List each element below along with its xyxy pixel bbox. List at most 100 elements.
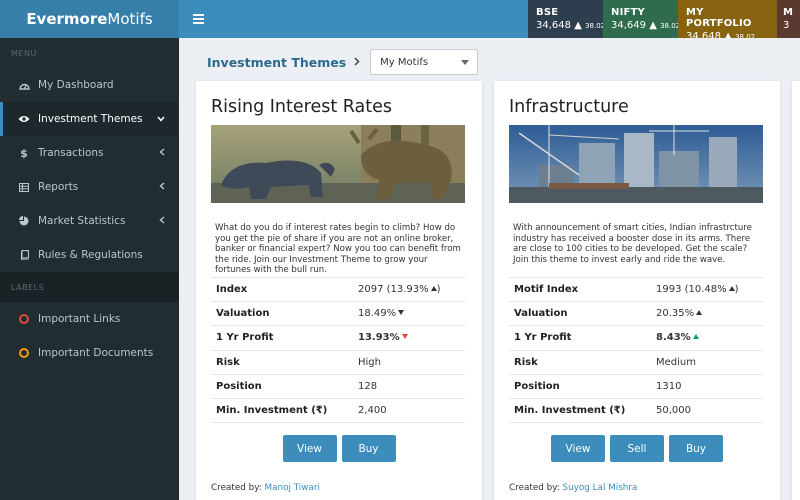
sidebar-item-rules-regulations[interactable]: Rules & Regulations	[0, 238, 179, 272]
stat-value: 128	[358, 374, 465, 399]
ticker-value: 3	[783, 20, 790, 31]
sidebar-labels-header: LABELS	[0, 272, 179, 302]
view-button[interactable]: View	[551, 435, 605, 462]
sidebar-item-investment-themes[interactable]: Investment Themes	[0, 102, 179, 136]
logo-rest: Motifs	[107, 10, 153, 28]
triangle-up-icon	[430, 286, 437, 292]
stat-label: Position	[211, 374, 358, 399]
stat-value: 20.35%	[656, 301, 763, 327]
eye-icon	[15, 115, 33, 123]
ticker-name: MY PORTFOLIO	[686, 7, 752, 29]
stat-label: Index	[211, 276, 358, 303]
sidebar-item-label: Transactions	[38, 147, 104, 159]
stat-value: 1993 (10.48%)	[656, 276, 763, 303]
app-logo[interactable]: Evermore Motifs	[0, 0, 179, 38]
main-content: Investment Themes My Motifs Rising Inter…	[179, 38, 800, 500]
sidebar-item-market-statistics[interactable]: Market Statistics	[0, 204, 179, 238]
stat-label: Risk	[509, 350, 656, 375]
stat-label: 1 Yr Profit	[509, 325, 656, 351]
created-by: Created by: Suyog Lal Mishra	[509, 483, 638, 493]
sidebar-item-important-documents[interactable]: Important Documents	[0, 336, 179, 370]
breadcrumb: Investment Themes My Motifs	[207, 49, 479, 75]
stat-value: 50,000	[656, 398, 763, 424]
sidebar-item-label: Market Statistics	[38, 215, 126, 227]
created-by: Created by: Manoj Tiwari	[211, 483, 320, 493]
buy-button[interactable]: Buy	[341, 435, 396, 462]
view-button[interactable]: View	[282, 435, 337, 462]
author-link[interactable]: Suyog Lal Mishra	[563, 483, 638, 493]
page-title[interactable]: Investment Themes	[207, 55, 346, 70]
table-row: Valuation 18.49%	[211, 301, 465, 327]
sell-button[interactable]: Sell	[610, 435, 664, 462]
stat-value-positive: 8.43%	[656, 325, 763, 351]
sidebar-item-reports[interactable]: Reports	[0, 170, 179, 204]
chevron-down-icon	[157, 114, 165, 125]
sidebar-item-label: Investment Themes	[38, 113, 143, 125]
dashboard-icon	[15, 80, 33, 90]
triangle-down-icon	[398, 310, 405, 316]
stat-label: Min. Investment (₹)	[509, 398, 656, 424]
ticker-value: 34,649	[611, 20, 646, 31]
select-value: My Motifs	[380, 56, 429, 68]
stat-value: 1310	[656, 374, 763, 399]
sidebar-item-label: Rules & Regulations	[38, 249, 143, 261]
author-link[interactable]: Manoj Tiwari	[265, 483, 320, 493]
chevron-left-icon	[159, 215, 165, 227]
stat-value: 2097 (13.93%)	[358, 276, 465, 303]
ticker-value: 34,648	[536, 20, 571, 31]
stat-value-negative: 13.93%	[358, 325, 465, 351]
table-row: Risk High	[211, 350, 465, 375]
stat-label: Valuation	[211, 301, 358, 327]
sidebar-item-my-dashboard[interactable]: My Dashboard	[0, 68, 179, 102]
chevron-right-icon	[354, 55, 360, 69]
card-title: Infrastructure	[509, 97, 629, 117]
table-row: Valuation 20.35%	[509, 301, 763, 327]
stat-value: Medium	[656, 350, 763, 375]
ticker-my-portfolio[interactable]: MY PORTFOLIO 34,648 ▲ 38.02	[678, 0, 777, 42]
red-circle-icon	[19, 314, 29, 324]
book-icon	[15, 250, 33, 260]
sidebar-menu-header: MENU	[11, 48, 37, 58]
sidebar: MENU My Dashboard Investment Themes $ Tr…	[0, 38, 179, 500]
triangle-down-icon	[401, 334, 408, 340]
theme-card-infrastructure: Infrastructure With announcement of smar…	[494, 81, 780, 500]
card-stats-table: Index 2097 (13.93%) Valuation 18.49% 1 Y…	[211, 276, 465, 424]
card-image-construction	[509, 125, 763, 203]
buy-button[interactable]: Buy	[669, 435, 723, 462]
ticker-bse[interactable]: BSE 34,648 ▲ 38.02	[528, 0, 605, 38]
motif-filter-select[interactable]: My Motifs	[370, 49, 479, 75]
caret-down-icon	[461, 60, 470, 65]
dollar-icon: $	[20, 146, 28, 160]
hamburger-menu-icon[interactable]	[179, 0, 217, 38]
theme-card-partial	[792, 81, 800, 500]
stat-label: 1 Yr Profit	[211, 325, 358, 351]
table-row: Position 1310	[509, 374, 763, 399]
top-header: Evermore Motifs BSE 34,648 ▲ 38.02 NIFTY …	[0, 0, 800, 42]
stat-value: 2,400	[358, 398, 465, 424]
stat-value: High	[358, 350, 465, 375]
stat-label: Motif Index	[509, 276, 656, 303]
card-stats-table: Motif Index 1993 (10.48%) Valuation 20.3…	[509, 276, 763, 424]
stat-label: Risk	[211, 350, 358, 375]
sidebar-item-important-links[interactable]: Important Links	[0, 302, 179, 336]
triangle-up-icon	[696, 310, 703, 316]
table-row: Motif Index 1993 (10.48%)	[509, 276, 763, 303]
chevron-left-icon	[159, 181, 165, 193]
ticker-name: BSE	[536, 7, 559, 18]
card-title: Rising Interest Rates	[211, 97, 393, 117]
chevron-left-icon	[159, 147, 165, 159]
ticker-partial[interactable]: M 3	[777, 0, 800, 38]
table-row: Min. Investment (₹) 50,000	[509, 398, 763, 424]
table-row: 1 Yr Profit 8.43%	[509, 325, 763, 351]
card-description: What do you do if interest rates begin t…	[215, 223, 461, 275]
triangle-up-icon: ▲	[649, 20, 657, 31]
triangle-up-icon	[692, 334, 699, 340]
sidebar-item-label: My Dashboard	[38, 79, 114, 91]
table-row: Risk Medium	[509, 350, 763, 375]
logo-bold: Evermore	[26, 10, 108, 28]
sidebar-item-transactions[interactable]: $ Transactions	[0, 136, 179, 170]
ticker-name: NIFTY	[611, 7, 645, 18]
card-image-bull-bear	[211, 125, 465, 203]
pie-chart-icon	[15, 216, 33, 226]
ticker-nifty[interactable]: NIFTY 34,649 ▲ 38.02	[603, 0, 680, 38]
